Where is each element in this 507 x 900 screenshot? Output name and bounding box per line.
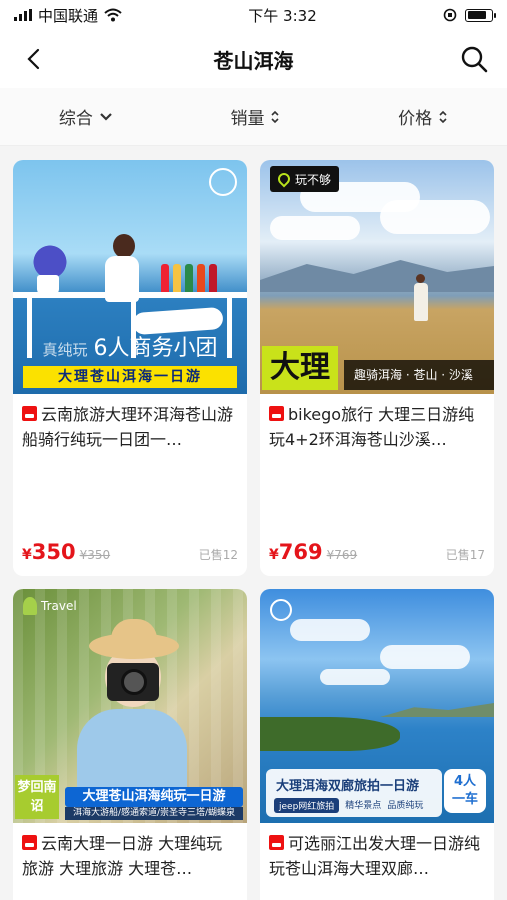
tmall-icon [22,406,37,421]
image-subtitle: 洱海大游船/感通索道/崇圣寺三塔/蝴蝶泉 [65,807,243,820]
tmall-icon [269,835,284,850]
image-tag: jeep网红旅拍 [274,798,340,813]
brand-logo [270,599,292,621]
brand-logo [209,168,237,196]
status-right [443,8,496,22]
product-card[interactable]: Travel 梦回南诏 大理苍山洱海纯玩一日游 洱海大游船/感通索道/崇圣寺三塔… [13,589,247,900]
status-bar: 中国联通 下午 3:32 [0,0,507,30]
product-grid: 真纯玩 6人商务小团 大理苍山洱海一日游 云南旅游大理环洱海苍山游船骑行纯玩一日团… [0,146,507,900]
chevron-down-icon [100,112,112,121]
carrier-label: 中国联通 [38,6,99,25]
cloud-decoration [320,669,390,685]
card-body: bikego旅行 大理三日游纯玩4+2环洱海苍山沙溪… ¥769 ¥769 已售… [260,394,494,576]
card-body: 可选丽江出发大理一日游纯玩苍山洱海大理双廊… [260,823,494,900]
image-big-text: 大理 [262,346,338,390]
far-shore-decoration [380,703,494,717]
clock: 下午 3:32 [248,6,317,25]
image-tags: jeep网红旅拍 精华景点 品质纯玩 [266,794,442,813]
card-body: 云南旅游大理环洱海苍山游船骑行纯玩一日团一… ¥350 ¥350 已售12 [13,394,247,576]
back-button[interactable] [18,44,48,74]
product-title: 可选丽江出发大理一日游纯玩苍山洱海大理双廊… [269,834,481,878]
image-banner: 大理苍山洱海纯玩一日游 [65,787,243,807]
card-body: 云南大理一日游 大理纯玩旅游 大理旅游 大理苍… [13,823,247,900]
price: ¥769 [269,540,323,564]
status-left: 中国联通 [14,5,122,26]
image-badge: 4人 一车 [444,769,486,813]
nav-bar: 苍山洱海 [0,30,507,88]
original-price: ¥350 [79,548,111,562]
original-price: ¥769 [326,548,358,562]
filter-sales[interactable]: 销量 [230,104,280,129]
price-row: ¥350 ¥350 已售12 [22,540,238,568]
product-title: 云南旅游大理环洱海苍山游船骑行纯玩一日团一… [22,405,234,449]
image-side-label: 梦回南诏 [15,775,59,819]
product-card[interactable]: 大理洱海双廊旅拍一日游 jeep网红旅拍 精华景点 品质纯玩 4人 一车 可选丽江… [260,589,494,900]
pin-icon [275,170,293,188]
image-tag: 品质纯玩 [387,801,424,811]
search-button[interactable] [459,44,489,74]
product-title: bikego旅行 大理三日游纯玩4+2环洱海苍山沙溪… [269,405,475,449]
filter-sort[interactable]: 综合 [59,104,113,129]
orientation-lock-icon [443,8,457,22]
product-card[interactable]: 玩不够 大理 趣骑洱海 · 苍山 · 沙溪 bikego旅行 大理三日游纯玩4+… [260,160,494,576]
filter-sales-label: 销量 [230,109,265,129]
filter-sort-label: 综合 [58,109,93,129]
image-banner: 大理苍山洱海一日游 [23,366,237,388]
chevron-left-icon [27,48,40,70]
cloud-decoration [290,619,370,641]
mountain-decoration [260,260,494,292]
sort-arrows-icon [439,110,447,123]
filter-bar: 综合 销量 价格 [0,88,507,146]
cloud-decoration [380,645,470,669]
filter-price-label: 价格 [398,109,433,129]
person-figure [414,274,428,322]
product-image: 大理洱海双廊旅拍一日游 jeep网红旅拍 精华景点 品质纯玩 4人 一车 [260,589,494,823]
product-card[interactable]: 真纯玩 6人商务小团 大理苍山洱海一日游 云南旅游大理环洱海苍山游船骑行纯玩一日团… [13,160,247,576]
signal-icon [14,9,32,21]
image-panel: 大理洱海双廊旅拍一日游 jeep网红旅拍 精华景点 品质纯玩 [266,769,442,817]
image-headline: 真纯玩 6人商务小团 [42,336,218,361]
search-icon [461,46,488,73]
product-image: 真纯玩 6人商务小团 大理苍山洱海一日游 [13,160,247,394]
sold-count: 已售12 [198,548,238,562]
sold-count: 已售17 [445,548,485,562]
product-image: 玩不够 大理 趣骑洱海 · 苍山 · 沙溪 [260,160,494,394]
tmall-icon [269,406,284,421]
image-panel-title: 大理洱海双廊旅拍一日游 [276,779,420,794]
brand-logo [23,597,37,615]
tmall-icon [22,835,37,850]
price-row: ¥769 ¥769 已售17 [269,540,485,568]
cloud-decoration [380,200,490,234]
battery-icon [465,8,496,22]
cloud-decoration [270,216,360,240]
image-tagline: 趣骑洱海 · 苍山 · 沙溪 [344,360,494,390]
brand-badge: 玩不够 [270,166,340,192]
product-image: Travel 梦回南诏 大理苍山洱海纯玩一日游 洱海大游船/感通索道/崇圣寺三塔… [13,589,247,823]
brand-badge: Travel [23,597,77,615]
lavender-decoration [23,238,77,278]
wifi-icon [104,8,122,22]
island-decoration [260,717,400,751]
product-title: 云南大理一日游 大理纯玩旅游 大理旅游 大理苍… [22,834,223,878]
filter-price[interactable]: 价格 [398,104,448,129]
sort-arrows-icon [271,110,280,123]
camera-lens [121,669,147,695]
image-tag: 精华景点 [345,801,382,811]
page-title: 苍山洱海 [213,48,294,73]
price: ¥350 [22,540,76,564]
hat-top [111,619,157,645]
table-decoration [13,292,247,298]
